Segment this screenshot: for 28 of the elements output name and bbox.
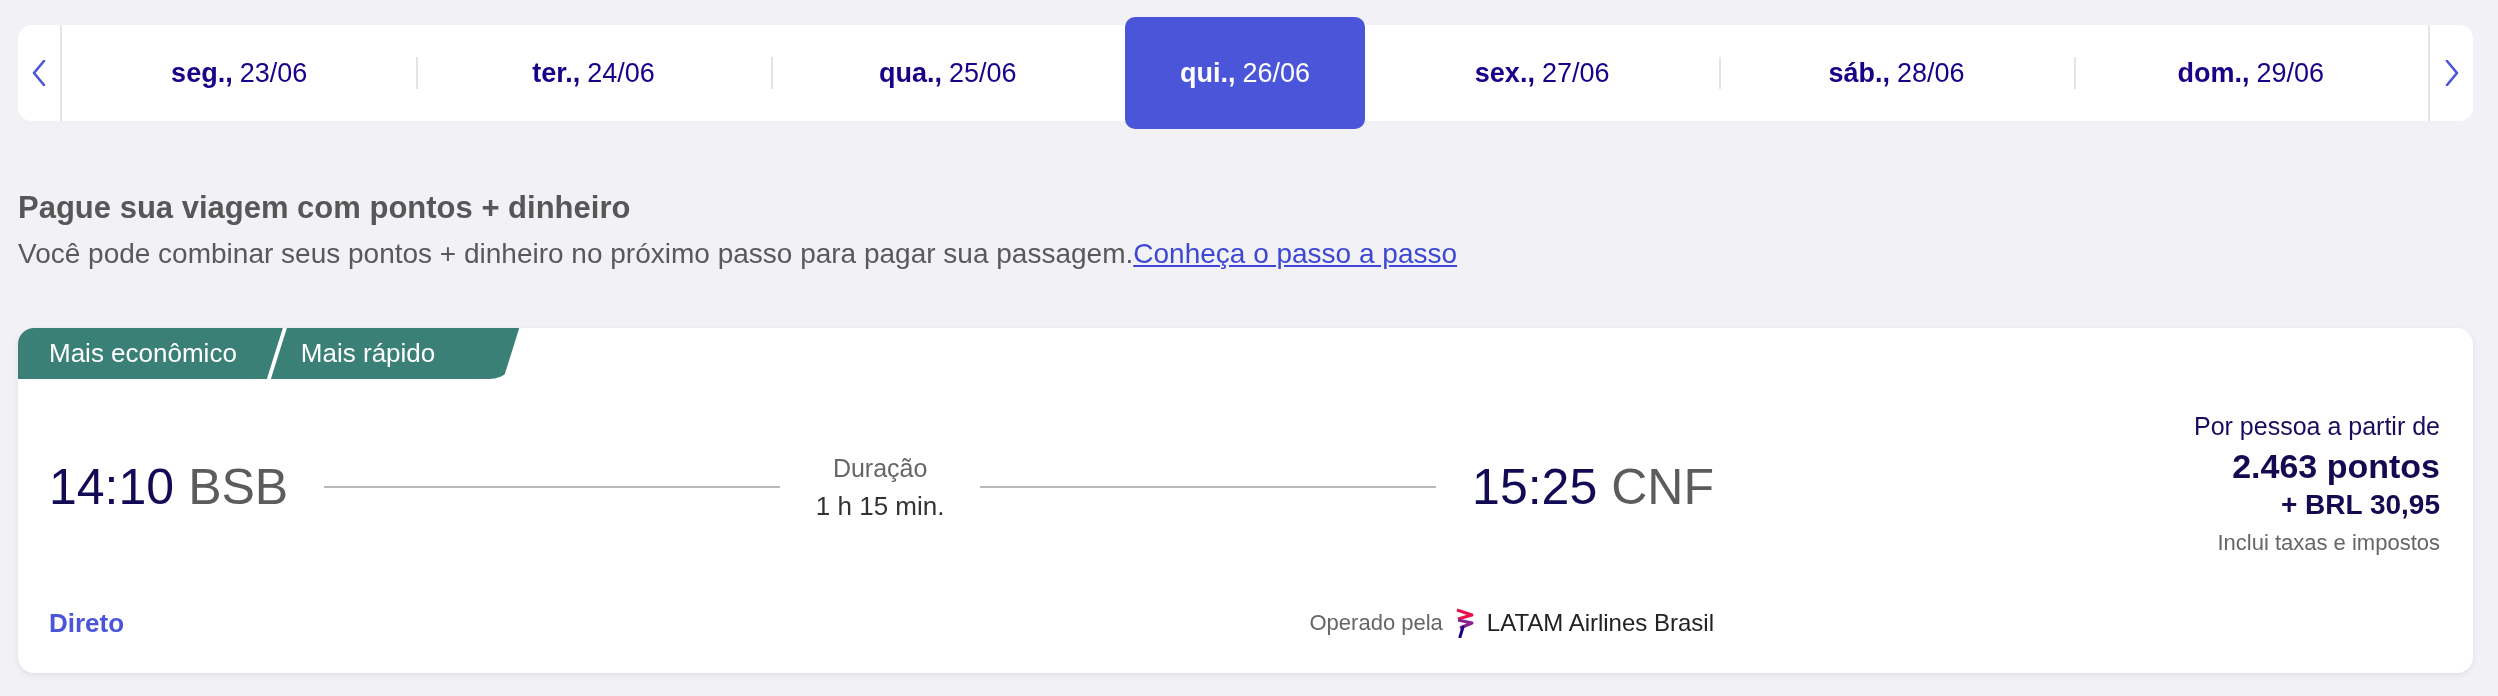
operator-label: Operado pela xyxy=(1309,610,1443,636)
date-tab[interactable]: ter., 24/06 xyxy=(416,25,771,121)
date-tab[interactable]: seg., 23/06 xyxy=(62,25,417,121)
duration-value: 1 h 15 min. xyxy=(815,490,945,523)
departure-time: 14:10 xyxy=(49,458,175,516)
stops-link[interactable]: Direto xyxy=(49,607,125,639)
chevron-right-icon xyxy=(2444,60,2459,86)
date-tab[interactable]: qua., 25/06 xyxy=(770,25,1125,121)
arrival-time: 15:25 xyxy=(1472,458,1598,516)
price-note: Inclui taxas e impostos xyxy=(2217,529,2440,557)
step-by-step-link[interactable]: Conheça o passo a passo xyxy=(1133,238,1458,269)
price-caption: Por pessoa a partir de xyxy=(2194,411,2440,441)
flight-tag: Mais econômico xyxy=(18,328,283,379)
airline-name: LATAM Airlines Brasil xyxy=(1486,609,1714,637)
date-tab[interactable]: qui., 26/06 xyxy=(1125,17,1365,129)
departure-airport: BSB xyxy=(188,458,289,516)
date-tab[interactable]: dom., 29/06 xyxy=(2073,25,2428,121)
price-cash: + BRL 30,95 xyxy=(2280,488,2440,522)
duration-label: Duração xyxy=(832,453,928,484)
price-points: 2.463 pontos xyxy=(2232,446,2440,487)
date-tab[interactable]: sáb., 28/06 xyxy=(1719,25,2074,121)
flight-tag: Mais rápido xyxy=(270,328,520,379)
chevron-left-icon xyxy=(32,60,46,86)
airline-logo-icon xyxy=(1454,608,1475,638)
arrival-airport: CNF xyxy=(1611,458,1714,516)
promo-text: Você pode combinar seus pontos + dinheiro no próximo passo para pagar sua passagem.Conheça o passo a passo xyxy=(18,237,1459,271)
promo-heading: Pague sua viagem com pontos + dinheiro xyxy=(18,189,632,227)
date-tab[interactable]: sex., 27/06 xyxy=(1365,25,1720,121)
